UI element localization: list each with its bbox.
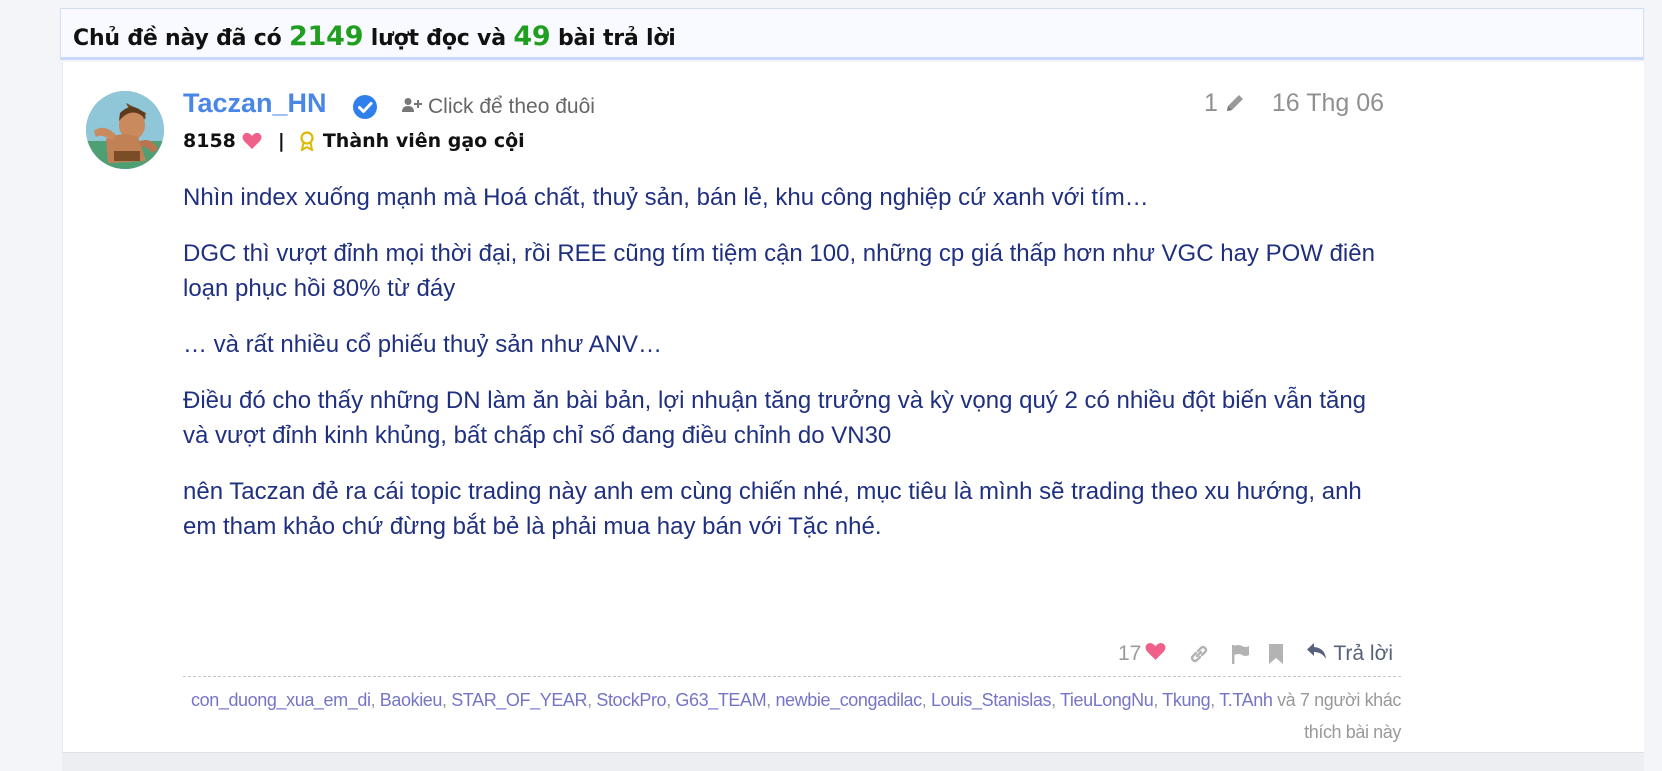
add-user-icon <box>402 95 422 119</box>
post-number: 1 <box>1204 88 1218 117</box>
replies-count: 49 <box>513 21 551 52</box>
stats-prefix: Chủ đề này đã có <box>73 26 282 51</box>
likers-suffix: và 7 người khác thích bài này <box>1277 690 1401 742</box>
like-count: 17 <box>1118 642 1142 665</box>
reply-label: Trả lời <box>1333 642 1394 665</box>
views-count: 2149 <box>288 21 364 52</box>
liker-link[interactable]: newbie_congadilac <box>775 690 922 710</box>
flag-icon[interactable] <box>1230 643 1250 665</box>
post-actions: 17 Trả lời <box>1118 638 1393 670</box>
heart-icon <box>1145 642 1166 667</box>
liker-link[interactable]: Baokieu <box>380 690 443 710</box>
liker-link[interactable]: T.TAnh <box>1219 690 1273 710</box>
pencil-icon[interactable] <box>1224 92 1246 114</box>
post-paragraph: … và rất nhiều cổ phiếu thuỷ sản như ANV… <box>183 331 663 358</box>
post-content: Nhìn index xuống mạnh mà Hoá chất, thuỷ … <box>183 180 1383 565</box>
liker-link[interactable]: G63_TEAM <box>675 690 766 710</box>
post-paragraph: DGC thì vượt đỉnh mọi thời đại, rồi REE … <box>183 240 1375 302</box>
reply-icon <box>1306 641 1328 667</box>
liker-link[interactable]: Tkung <box>1162 690 1210 710</box>
post-paragraph: nên Taczan đẻ ra cái topic trading này a… <box>183 478 1362 540</box>
link-icon[interactable] <box>1188 643 1210 665</box>
liker-link[interactable]: con_duong_xua_em_di <box>191 690 371 710</box>
post-paragraph: Nhìn index xuống mạnh mà Hoá chất, thuỷ … <box>183 184 1149 211</box>
liker-link[interactable]: Louis_Stanislas <box>931 690 1051 710</box>
follow-button[interactable]: Click để theo đuôi <box>402 94 595 120</box>
verified-badge-icon <box>352 94 378 120</box>
liker-link[interactable]: TieuLongNu <box>1060 690 1154 710</box>
post-date[interactable]: 16 Thg 06 <box>1272 89 1384 118</box>
avatar-image <box>86 91 164 169</box>
liker-link[interactable]: STAR_OF_YEAR <box>451 690 587 710</box>
username-link[interactable]: Taczan_HN <box>183 88 327 119</box>
reply-button[interactable]: Trả lời <box>1306 641 1393 667</box>
bookmark-icon[interactable] <box>1268 643 1284 665</box>
follow-label: Click để theo đuôi <box>428 95 595 118</box>
avatar[interactable] <box>86 91 164 169</box>
rank-label: Thành viên gạo cội <box>322 130 525 152</box>
heart-icon <box>242 132 262 150</box>
like-button[interactable]: 17 <box>1118 642 1166 667</box>
liker-link[interactable]: StockPro <box>596 690 666 710</box>
award-icon <box>299 131 315 151</box>
topic-header: Chủ đề này đã có 2149 lượt đọc và 49 bài… <box>60 8 1644 60</box>
stats-middle: lượt đọc và <box>370 26 506 51</box>
topic-stats: Chủ đề này đã có 2149 lượt đọc và 49 bài… <box>73 21 676 52</box>
likers-list: con_duong_xua_em_di, Baokieu, STAR_OF_YE… <box>183 676 1401 748</box>
post-paragraph: Điều đó cho thấy những DN làm ăn bài bản… <box>183 387 1367 449</box>
post-meta: 1 16 Thg 06 <box>1204 88 1384 118</box>
heart-count: 8158 <box>183 130 236 152</box>
next-post-edge <box>62 752 1644 771</box>
user-meta: 8158 | Thành viên gạo cội <box>183 126 525 156</box>
divider: | <box>277 130 285 152</box>
stats-suffix: bài trả lời <box>557 26 676 51</box>
